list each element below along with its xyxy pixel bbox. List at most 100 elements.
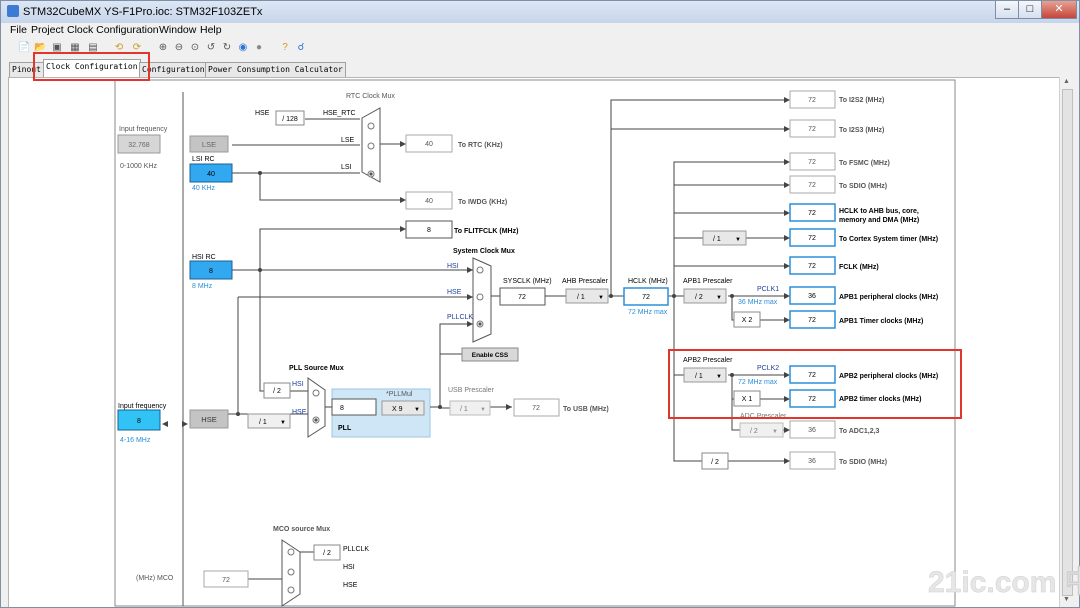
pllmul-chevron-down-icon: ▼ (414, 407, 420, 413)
hsi-value: 8 (209, 268, 213, 275)
mco-pllclk-label: PLLCLK (343, 546, 369, 553)
enable-css-label: Enable CSS (472, 352, 509, 359)
usb-value: 72 (532, 405, 540, 412)
rtc-lsi-label: LSI (341, 164, 352, 171)
pll-label: PLL (338, 425, 352, 432)
usb-dest: To USB (MHz) (563, 406, 609, 413)
adc-prescaler-value: / 2 (750, 428, 758, 435)
hsi-title: HSI RC (192, 254, 216, 261)
flitf-value: 8 (427, 227, 431, 234)
apb1-chevron-down-icon: ▼ (716, 295, 722, 301)
sysclk-value: 72 (518, 294, 526, 301)
pllmux-hse-label: HSE (292, 409, 307, 416)
hclk-max: 72 MHz max (628, 309, 668, 316)
cortex-timer-label: To Cortex System timer (MHz) (839, 236, 938, 243)
highlight-apb2-box (668, 349, 962, 419)
hclk-ahb-label-line2: memory and DMA (MHz) (839, 217, 919, 224)
lsi-title: LSI RC (192, 156, 215, 163)
fclk-value: 72 (808, 263, 816, 270)
iwdg-dest: To IWDG (KHz) (458, 199, 507, 206)
sysmux-title: System Clock Mux (453, 248, 515, 255)
sdio-divider-value: / 2 (711, 459, 719, 466)
cortex-timer-value: 72 (808, 235, 816, 242)
rtc-hse-div-value: / 128 (282, 116, 298, 123)
pclk1-label: PCLK1 (757, 286, 779, 293)
adc-label: To ADC1,2,3 (839, 428, 880, 435)
lse-input-value: 32.768 (128, 142, 150, 149)
mco-hsi-label: HSI (343, 564, 355, 571)
hsi-freq: 8 MHz (192, 283, 213, 290)
sdio2-label: To SDIO (MHz) (839, 459, 887, 466)
apb1-periph-label: APB1 peripheral clocks (MHz) (839, 294, 938, 301)
apb1-periph-value: 36 (808, 293, 816, 300)
sysclk-label: SYSCLK (MHz) (503, 278, 552, 285)
rtc-dest: To RTC (KHz) (458, 142, 503, 149)
hse-divider-chevron-down-icon: ▼ (280, 420, 286, 426)
mco-label: (MHz) MCO (136, 575, 174, 582)
pll-hsi-div-value: / 2 (273, 388, 281, 395)
pll-input-field[interactable] (331, 398, 377, 416)
hse-divider-value: / 1 (259, 419, 267, 426)
fsmc-value: 72 (808, 159, 816, 166)
rtc-hse-rtc-label: HSE_RTC (323, 110, 356, 117)
iwdg-value: 40 (425, 198, 433, 205)
hclk-ahb-label-line1: HCLK to AHB bus, core, (839, 208, 919, 215)
mco-mux-title: MCO source Mux (273, 526, 330, 533)
sysmux-hse-label: HSE (447, 289, 462, 296)
pllmul-value: X 9 (392, 406, 403, 413)
hse-input-label: Input frequency (118, 403, 167, 410)
i2s3-label: To I2S3 (MHz) (839, 127, 884, 134)
usb-prescaler-value: / 1 (460, 406, 468, 413)
sysmux-hsi-label: HSI (447, 263, 459, 270)
lse-block-label: LSE (202, 140, 216, 149)
hclk-label: HCLK (MHz) (628, 278, 668, 285)
sdio-value: 72 (808, 182, 816, 189)
flitf-dest: To FLITFCLK (MHz) (454, 228, 518, 235)
apb1-prescaler-value: / 2 (695, 294, 703, 301)
rtc-lse-label: LSE (341, 137, 355, 144)
usb-prescaler-label: USB Prescaler (448, 387, 495, 394)
fsmc-label: To FSMC (MHz) (839, 160, 890, 167)
adc-value: 36 (808, 427, 816, 434)
sdio2-value: 36 (808, 458, 816, 465)
pll-input-value: 8 (340, 405, 344, 412)
sysmux-pllclk-label: PLLCLK (447, 314, 473, 321)
pllmul-label: *PLLMul (386, 391, 413, 398)
apb1-timer-mult-value: X 2 (742, 317, 753, 324)
fclk-label: FCLK (MHz) (839, 264, 879, 271)
rtc-mux-title: RTC Clock Mux (346, 93, 395, 100)
ahb-chevron-down-icon: ▼ (598, 295, 604, 301)
pll-source-mux-title: PLL Source Mux (289, 365, 344, 372)
lsi-value: 40 (207, 171, 215, 178)
adc-chevron-down-icon: ▼ (772, 429, 778, 435)
mco-hse-label: HSE (343, 582, 358, 589)
mco-div-value: / 2 (323, 550, 331, 557)
ahb-prescaler-value: / 1 (577, 294, 585, 301)
mco-value: 72 (222, 577, 230, 584)
lse-range-label: 0-1000 KHz (120, 163, 157, 170)
lsi-freq: 40 KHz (192, 185, 215, 192)
apb1-label: APB1 Prescaler (683, 278, 733, 285)
hse-range: 4-16 MHz (120, 437, 151, 444)
ahb-label: AHB Prescaler (562, 278, 609, 285)
apb1-timer-label: APB1 Timer clocks (MHz) (839, 318, 923, 325)
i2s3-value: 72 (808, 126, 816, 133)
usb-chevron-down-icon: ▼ (480, 407, 486, 413)
apb1-timer-value: 72 (808, 317, 816, 324)
hse-input-value: 8 (137, 418, 141, 425)
pllmux-hsi-label: HSI (292, 381, 304, 388)
i2s2-value: 72 (808, 97, 816, 104)
cortex-chevron-down-icon: ▼ (735, 237, 741, 243)
sdio-label: To SDIO (MHz) (839, 183, 887, 190)
i2s2-label: To I2S2 (MHz) (839, 97, 884, 104)
apb1-max: 36 MHz max (738, 299, 778, 306)
clock-tree-diagram: Input frequency 32.768 0-1000 KHz LSE LS… (114, 79, 1080, 607)
rtc-hse-label: HSE (255, 110, 270, 117)
highlight-clock-tab-box (33, 52, 150, 81)
lse-input-label: Input frequency (119, 126, 168, 133)
hclk-value: 72 (642, 294, 650, 301)
rtc-value: 40 (425, 141, 433, 148)
hse-block-label: HSE (201, 415, 216, 424)
cortex-divider-value: / 1 (713, 236, 721, 243)
watermark: 21ic.com 中国电子网 (928, 566, 1080, 599)
